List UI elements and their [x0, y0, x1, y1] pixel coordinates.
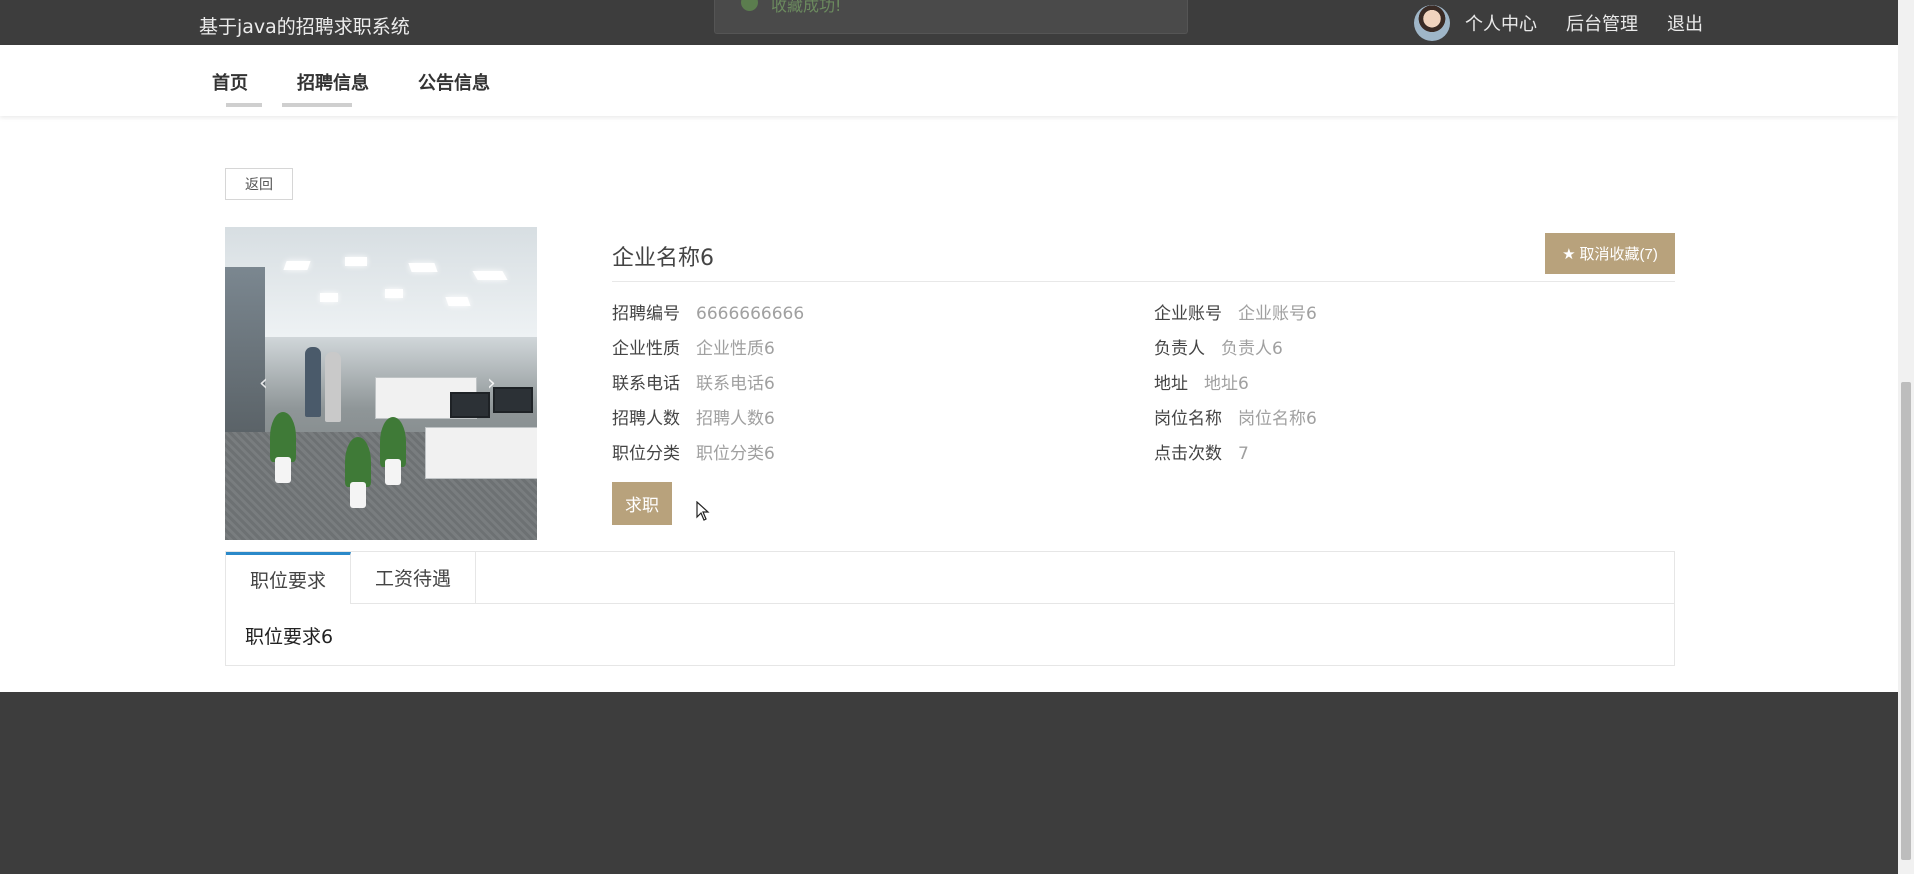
field-job-number: 招聘编号 6666666666	[612, 304, 805, 324]
company-photo-carousel[interactable]: ‹ ›	[225, 227, 537, 540]
site-title: 基于java的招聘求职系统	[199, 16, 410, 38]
check-circle-icon	[741, 0, 758, 11]
nav-recruitment[interactable]: 招聘信息	[297, 69, 369, 95]
field-category: 职位分类 职位分类6	[612, 444, 775, 464]
unfavorite-label: 取消收藏(7)	[1579, 246, 1658, 263]
field-manager: 负责人 负责人6	[1154, 339, 1283, 359]
mouse-cursor-icon	[696, 501, 710, 521]
personal-center-link[interactable]: 个人中心	[1465, 10, 1537, 36]
user-menu: 个人中心 后台管理 退出	[1414, 5, 1703, 41]
tab-salary[interactable]: 工资待遇	[351, 552, 476, 603]
logout-link[interactable]: 退出	[1667, 10, 1703, 36]
breadcrumb	[226, 103, 426, 113]
field-company-type: 企业性质 企业性质6	[612, 339, 775, 359]
field-company-account: 企业账号 企业账号6	[1154, 304, 1317, 324]
title-divider	[612, 281, 1675, 282]
carousel-next-icon[interactable]: ›	[487, 371, 496, 396]
nav-home[interactable]: 首页	[212, 69, 248, 95]
unfavorite-button[interactable]: ★ 取消收藏(7)	[1545, 233, 1675, 274]
photo-ceiling	[225, 227, 537, 337]
toast-message: 收藏成功!	[771, 0, 842, 15]
field-position-name: 岗位名称 岗位名称6	[1154, 409, 1317, 429]
field-address: 地址 地址6	[1154, 374, 1249, 394]
field-headcount: 招聘人数 招聘人数6	[612, 409, 775, 429]
scrollbar-thumb[interactable]	[1901, 382, 1911, 860]
admin-link[interactable]: 后台管理	[1566, 10, 1638, 36]
success-toast: 收藏成功!	[714, 0, 1188, 34]
back-button[interactable]: 返回	[225, 168, 293, 200]
footer	[0, 692, 1898, 874]
detail-tabs: 职位要求 工资待遇 职位要求6	[225, 551, 1675, 666]
field-click-count: 点击次数 7	[1154, 444, 1249, 464]
tab-job-requirements[interactable]: 职位要求	[226, 552, 351, 604]
star-icon: ★	[1562, 245, 1576, 263]
apply-button[interactable]: 求职	[612, 482, 672, 525]
nav-notices[interactable]: 公告信息	[418, 69, 490, 95]
tab-content: 职位要求6	[245, 626, 334, 648]
avatar[interactable]	[1414, 5, 1450, 41]
top-bar: 基于java的招聘求职系统 收藏成功! 个人中心 后台管理 退出	[0, 0, 1898, 45]
carousel-prev-icon[interactable]: ‹	[259, 371, 268, 396]
tab-header: 职位要求 工资待遇	[226, 552, 1674, 604]
company-name: 企业名称6	[612, 246, 714, 271]
field-phone: 联系电话 联系电话6	[612, 374, 775, 394]
